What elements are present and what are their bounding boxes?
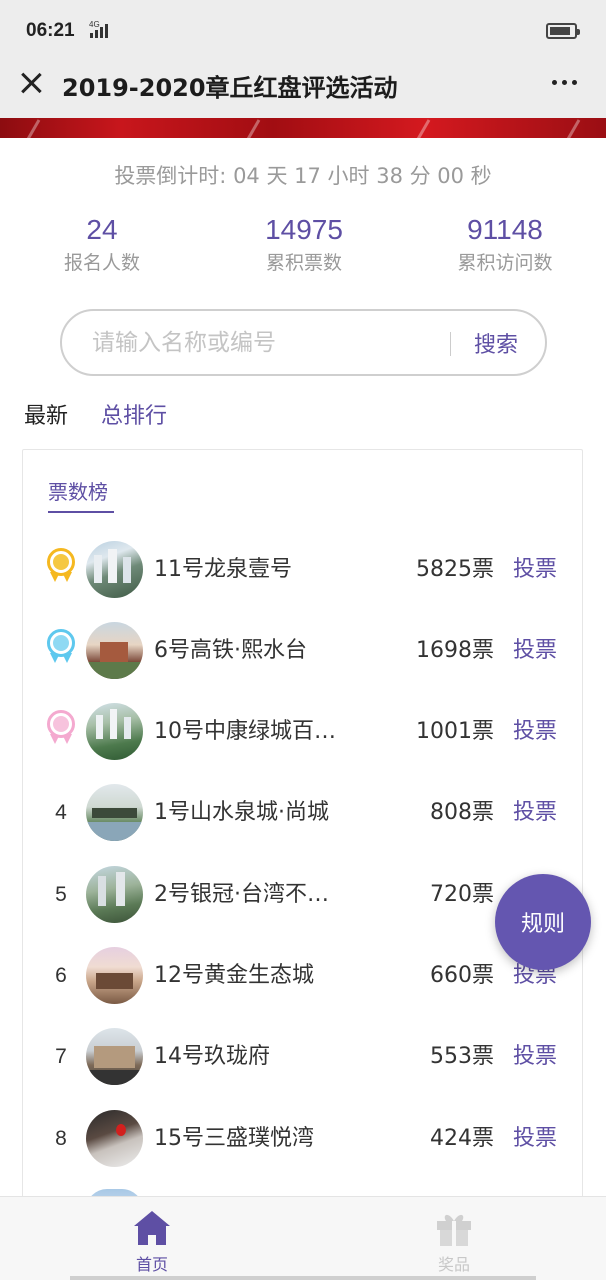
status-time: 06:21 <box>26 20 75 41</box>
vote-button[interactable]: 投票 <box>513 1038 557 1070</box>
vote-count: 1698票 <box>416 638 494 663</box>
home-icon <box>132 1209 172 1247</box>
item-name: 1号山水泉城·尚城 <box>154 800 329 825</box>
vote-button[interactable]: 投票 <box>513 713 557 745</box>
vote-button[interactable]: 投票 <box>513 632 557 664</box>
rank-number: 7 <box>55 1045 67 1068</box>
list-item[interactable]: 7 14号玖珑府 553票 投票 <box>23 1023 584 1103</box>
list-item[interactable]: 10号中康绿城百… 1001票 投票 <box>23 698 584 778</box>
item-name: 14号玖珑府 <box>154 1044 270 1069</box>
blue-medal-icon <box>47 629 75 665</box>
banner-strip <box>0 118 606 138</box>
list-item[interactable]: 4 1号山水泉城·尚城 808票 投票 <box>23 779 584 859</box>
rank-number: 8 <box>55 1127 67 1150</box>
nav-home[interactable]: 首页 <box>92 1209 212 1275</box>
item-name: 10号中康绿城百… <box>154 719 336 744</box>
stat-value: 24 <box>86 214 118 245</box>
avatar <box>86 703 143 760</box>
stat-label: 累积票数 <box>265 252 342 274</box>
stat-total-visits: 91148 累积访问数 <box>405 214 605 275</box>
vote-count: 553票 <box>430 1044 494 1069</box>
panel-top <box>0 138 606 152</box>
vote-count: 424票 <box>430 1126 494 1151</box>
list-item[interactable]: 6 12号黄金生态城 660票 投票 <box>23 942 584 1022</box>
item-name: 6号高铁·熙水台 <box>154 638 307 663</box>
countdown-text: 投票倒计时: 04 天 17 小时 38 分 00 秒 <box>114 164 492 188</box>
battery-icon <box>546 23 580 39</box>
list-item[interactable]: 11号龙泉壹号 5825票 投票 <box>23 536 584 616</box>
search-button[interactable]: 搜索 <box>474 327 518 359</box>
tab-latest[interactable]: 最新 <box>24 398 68 430</box>
rank-number: 6 <box>55 964 67 987</box>
avatar <box>86 622 143 679</box>
vote-count: 720票 <box>430 882 494 907</box>
signal-icon <box>90 24 112 38</box>
status-bar: 06:21 4G <box>0 0 606 62</box>
stat-total-votes: 14975 累积票数 <box>204 214 404 275</box>
nav-prize[interactable]: 奖品 <box>394 1209 514 1275</box>
stat-label: 报名人数 <box>63 252 140 274</box>
vote-count: 808票 <box>430 800 494 825</box>
tab-underline <box>48 511 114 513</box>
search-input[interactable] <box>92 325 442 361</box>
avatar <box>86 784 143 841</box>
nav-prize-label: 奖品 <box>437 1255 470 1274</box>
stat-label: 累积访问数 <box>457 252 553 274</box>
stat-signups: 24 报名人数 <box>2 214 202 275</box>
vote-button[interactable]: 投票 <box>513 794 557 826</box>
item-name: 15号三盛璞悦湾 <box>154 1126 314 1151</box>
vote-button[interactable]: 投票 <box>513 551 557 583</box>
search-divider <box>450 332 451 356</box>
list-item[interactable]: 6号高铁·熙水台 1698票 投票 <box>23 617 584 697</box>
close-icon[interactable] <box>18 70 44 96</box>
search-box: 搜索 <box>60 309 547 376</box>
vote-button[interactable]: 投票 <box>513 1120 557 1152</box>
home-indicator <box>70 1276 536 1280</box>
tab-total-ranking[interactable]: 总排行 <box>101 398 167 430</box>
pink-medal-icon <box>47 710 75 746</box>
tab-vote-ranking[interactable]: 票数榜 <box>48 476 108 505</box>
gold-medal-icon <box>47 548 75 584</box>
vote-count: 5825票 <box>416 557 494 582</box>
avatar <box>86 1028 143 1085</box>
list-item[interactable]: 8 15号三盛璞悦湾 424票 投票 <box>23 1105 584 1185</box>
bottom-nav: 首页 奖品 <box>0 1196 606 1280</box>
avatar <box>86 866 143 923</box>
rank-number: 5 <box>55 883 67 906</box>
stat-value: 91148 <box>467 214 543 245</box>
title-bar: 2019-2020章丘红盘评选活动 <box>0 62 606 118</box>
gift-icon <box>434 1209 474 1247</box>
avatar <box>86 1110 143 1167</box>
rules-button[interactable]: 规则 <box>495 874 591 970</box>
rank-number: 4 <box>55 801 67 824</box>
vote-count: 1001票 <box>416 719 494 744</box>
ranking-card: 票数榜 11号龙泉壹号 5825票 投票 6号高铁·熙水台 1698票 投票 1… <box>22 449 584 1210</box>
item-name: 12号黄金生态城 <box>154 963 314 988</box>
item-name: 2号银冠·台湾不… <box>154 882 329 907</box>
more-icon[interactable] <box>548 80 580 88</box>
app-root: 06:21 4G 2019-2020章丘红盘评选活动 投票倒计时: 04 天 1… <box>0 0 606 1280</box>
vote-count: 660票 <box>430 963 494 988</box>
nav-home-label: 首页 <box>135 1255 168 1274</box>
avatar <box>86 947 143 1004</box>
item-name: 11号龙泉壹号 <box>154 557 292 582</box>
avatar <box>86 541 143 598</box>
page-title: 2019-2020章丘红盘评选活动 <box>62 74 398 102</box>
stat-value: 14975 <box>265 214 343 245</box>
